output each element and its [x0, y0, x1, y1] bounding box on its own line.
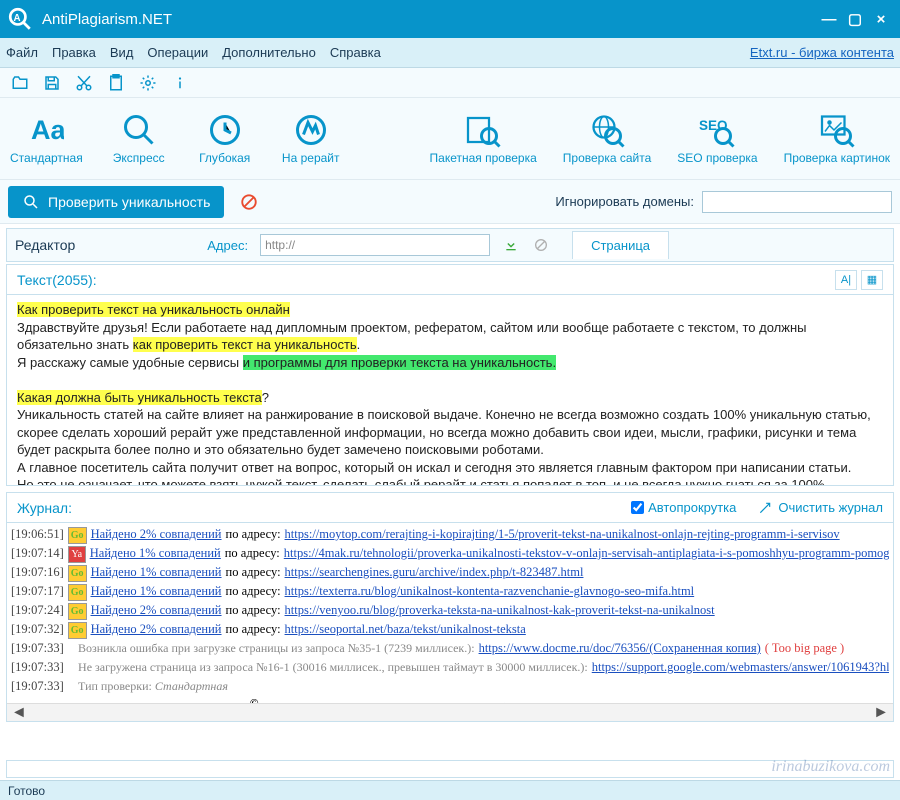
ribbon-rewrite[interactable]: На рерайт [281, 112, 341, 165]
maximize-button[interactable]: ▢ [842, 9, 868, 29]
magnify-icon [121, 112, 157, 148]
editor-label: Редактор [15, 237, 75, 253]
journal-row: [19:06:51] Go Найдено 2% совпадений по а… [11, 525, 889, 544]
address-bar: Редактор Адрес: Страница [6, 228, 894, 262]
journal-row: [19:07:14] Ya Найдено 1% совпадений по а… [11, 544, 889, 563]
app-logo: A [6, 5, 34, 33]
journal-row: [19:07:24] Go Найдено 2% совпадений по а… [11, 601, 889, 620]
image-check-icon [819, 112, 855, 148]
ribbon-images[interactable]: Проверка картинок [784, 112, 890, 165]
seo-icon: SEO [699, 112, 735, 148]
batch-icon [465, 112, 501, 148]
rewrite-icon [293, 112, 329, 148]
menu-extra[interactable]: Дополнительно [222, 45, 316, 60]
ribbon: Aa Стандартная Экспресс Глубокая На рера… [0, 98, 900, 180]
check-uniqueness-button[interactable]: Проверить уникальность [8, 186, 224, 218]
toolbar [0, 68, 900, 98]
journal-row: [19:07:17] Go Найдено 1% совпадений по а… [11, 582, 889, 601]
info-icon[interactable] [170, 73, 190, 93]
cut-icon[interactable] [74, 73, 94, 93]
app-title: AntiPlagiarism.NET [42, 11, 816, 28]
svg-text:SEO: SEO [699, 118, 728, 133]
editor-body[interactable]: Как проверить текст на уникальность онла… [7, 295, 893, 485]
minimize-button[interactable]: — [816, 9, 842, 29]
ignore-domains-input[interactable] [702, 191, 892, 213]
ribbon-seo[interactable]: SEO SEO проверка [677, 112, 757, 165]
layout-icon[interactable]: ▦ [861, 270, 883, 290]
ribbon-batch[interactable]: Пакетная проверка [430, 112, 537, 165]
journal-body[interactable]: [19:06:51] Go Найдено 2% совпадений по а… [7, 523, 893, 703]
journal-title: Журнал: [17, 500, 72, 516]
ignore-domains-label: Игнорировать домены: [555, 194, 694, 209]
paste-icon[interactable] [106, 73, 126, 93]
save-icon[interactable] [42, 73, 62, 93]
cancel-icon[interactable] [240, 193, 258, 211]
journal-row: [19:07:16] Go Найдено 1% совпадений по а… [11, 563, 889, 582]
ribbon-deep[interactable]: Глубокая [195, 112, 255, 165]
ribbon-express[interactable]: Экспресс [109, 112, 169, 165]
etxt-link[interactable]: Etxt.ru - биржа контента [750, 45, 894, 60]
settings-icon[interactable] [138, 73, 158, 93]
address-input[interactable] [260, 234, 490, 256]
watermark: irinabuzikova.com [771, 758, 890, 776]
download-icon[interactable] [502, 236, 520, 254]
editor: Текст(2055): A| ▦ Как проверить текст на… [6, 264, 894, 486]
clock-icon [207, 112, 243, 148]
bottom-edit-strip[interactable] [6, 760, 894, 778]
menu-help[interactable]: Справка [330, 45, 381, 60]
close-button[interactable]: × [868, 9, 894, 29]
editor-header: Текст(2055): [17, 272, 97, 288]
titlebar: A AntiPlagiarism.NET — ▢ × [0, 0, 900, 38]
menubar: Файл Правка Вид Операции Дополнительно С… [0, 38, 900, 68]
autoscroll-checkbox[interactable]: Автопрокрутка [631, 500, 736, 515]
menu-file[interactable]: Файл [6, 45, 38, 60]
svg-text:Aa: Aa [31, 115, 64, 145]
globe-icon [589, 112, 625, 148]
menu-view[interactable]: Вид [110, 45, 134, 60]
menu-operations[interactable]: Операции [147, 45, 208, 60]
menu-edit[interactable]: Правка [52, 45, 96, 60]
journal: Журнал: Автопрокрутка Очистить журнал [1… [6, 492, 894, 722]
ribbon-standard[interactable]: Aa Стандартная [10, 112, 83, 165]
horizontal-scrollbar[interactable]: ◄► [7, 703, 893, 721]
address-label: Адрес: [207, 238, 248, 253]
ribbon-site[interactable]: Проверка сайта [563, 112, 652, 165]
disabled-icon [532, 236, 550, 254]
status-ready: Готово [8, 784, 45, 798]
statusbar: Готово [0, 780, 900, 800]
journal-row: [19:07:32] Go Найдено 2% совпадений по а… [11, 620, 889, 639]
text-mode-icon: Aa [28, 112, 64, 148]
open-icon[interactable] [10, 73, 30, 93]
svg-text:A: A [14, 13, 21, 24]
tab-page[interactable]: Страница [572, 231, 669, 259]
font-icon[interactable]: A| [835, 270, 857, 290]
action-bar: Проверить уникальность Игнорировать доме… [0, 180, 900, 224]
clear-journal-button[interactable]: Очистить журнал [758, 500, 883, 515]
